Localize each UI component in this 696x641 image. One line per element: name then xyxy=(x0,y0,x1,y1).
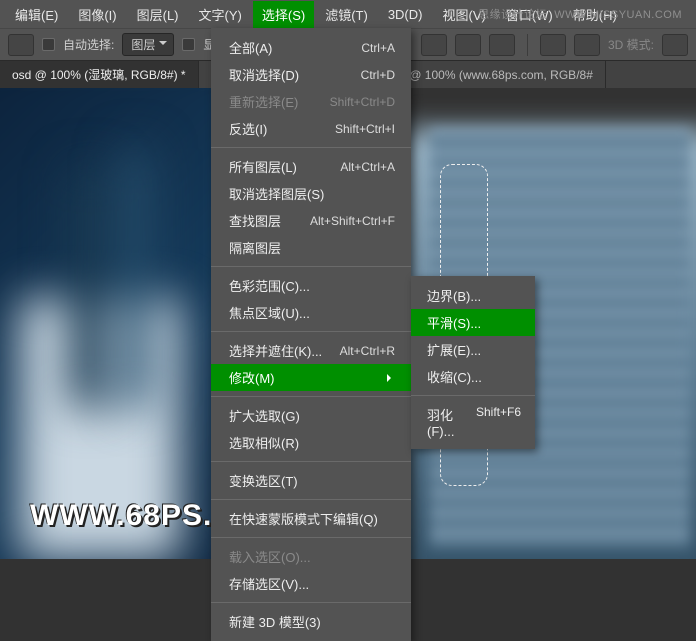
menu-item[interactable]: 全部(A) Ctrl+A xyxy=(211,34,411,61)
menu-separator xyxy=(211,537,411,538)
top-watermark: 思缘设计论坛 WWW.MISSYUAN.COM xyxy=(478,6,682,22)
menu-item-label: 反选(I) xyxy=(229,119,267,138)
menu-separator xyxy=(211,266,411,267)
submenu-item[interactable]: 平滑(S)... xyxy=(411,309,535,336)
menu-item-label: 新建 3D 模型(3) xyxy=(229,612,321,631)
menu-separator xyxy=(211,499,411,500)
menu-6[interactable]: 3D(D) xyxy=(379,3,432,26)
menu-item: 载入选区(O)... xyxy=(211,543,411,570)
show-transform-checkbox[interactable] xyxy=(182,38,195,51)
menu-2[interactable]: 图层(L) xyxy=(128,1,188,28)
menu-5[interactable]: 滤镜(T) xyxy=(316,1,377,28)
separator xyxy=(527,34,528,56)
menu-item[interactable]: 在快速蒙版模式下编辑(Q) xyxy=(211,505,411,532)
menu-item-shortcut: Alt+Ctrl+A xyxy=(340,160,395,174)
submenu-item-label: 平滑(S)... xyxy=(427,313,481,332)
menu-item: 重新选择(E) Shift+Ctrl+D xyxy=(211,88,411,115)
submenu-item-label: 羽化(F)... xyxy=(427,405,476,439)
menu-3[interactable]: 文字(Y) xyxy=(190,1,251,28)
mode-3d-label: 3D 模式: xyxy=(608,36,654,53)
menu-item-label: 所有图层(L) xyxy=(229,157,297,176)
menu-item-label: 扩大选取(G) xyxy=(229,406,300,425)
menu-item-shortcut: Alt+Shift+Ctrl+F xyxy=(310,214,395,228)
menu-item[interactable]: 焦点区域(U)... xyxy=(211,299,411,326)
autoselect-dropdown[interactable]: 图层 xyxy=(122,33,174,56)
submenu-arrow-icon xyxy=(387,374,395,382)
submenu-item[interactable]: 扩展(E)... xyxy=(411,336,535,363)
align-icon-6[interactable] xyxy=(489,34,515,56)
menu-item-label: 变换选区(T) xyxy=(229,471,298,490)
menu-item[interactable]: 变换选区(T) xyxy=(211,467,411,494)
menu-item-label: 存储选区(V)... xyxy=(229,574,309,593)
menu-item[interactable]: 选择并遮住(K)... Alt+Ctrl+R xyxy=(211,337,411,364)
document-tab-0[interactable]: osd @ 100% (湿玻璃, RGB/8#) * xyxy=(0,61,199,88)
autoselect-label: 自动选择: xyxy=(63,36,114,53)
menu-item-shortcut: Shift+Ctrl+D xyxy=(330,95,395,109)
distribute-icon-1[interactable] xyxy=(540,34,566,56)
menu-item-shortcut: Alt+Ctrl+R xyxy=(340,344,395,358)
menu-separator xyxy=(211,331,411,332)
menu-item-label: 查找图层 xyxy=(229,211,281,230)
submenu-item-shortcut: Shift+F6 xyxy=(476,405,521,439)
menu-item-label: 在快速蒙版模式下编辑(Q) xyxy=(229,509,378,528)
menu-0[interactable]: 编辑(E) xyxy=(6,1,67,28)
menu-item[interactable]: 所有图层(L) Alt+Ctrl+A xyxy=(211,153,411,180)
menu-item[interactable]: 扩大选取(G) xyxy=(211,402,411,429)
menu-item-label: 色彩范围(C)... xyxy=(229,276,310,295)
submenu-item-label: 收缩(C)... xyxy=(427,367,482,386)
submenu-item[interactable]: 边界(B)... xyxy=(411,282,535,309)
menu-item[interactable]: 存储选区(V)... xyxy=(211,570,411,597)
menu-item[interactable]: 查找图层 Alt+Shift+Ctrl+F xyxy=(211,207,411,234)
menu-separator xyxy=(211,461,411,462)
align-icon-4[interactable] xyxy=(421,34,447,56)
menu-item[interactable]: 取消选择(D) Ctrl+D xyxy=(211,61,411,88)
distribute-icon-2[interactable] xyxy=(574,34,600,56)
menu-item[interactable]: 选取相似(R) xyxy=(211,429,411,456)
menu-item-label: 取消选择(D) xyxy=(229,65,299,84)
submenu-item-label: 边界(B)... xyxy=(427,286,481,305)
menu-item-label: 焦点区域(U)... xyxy=(229,303,310,322)
menu-separator xyxy=(411,395,535,396)
menu-4[interactable]: 选择(S) xyxy=(253,1,314,28)
menu-item[interactable]: 反选(I) Shift+Ctrl+I xyxy=(211,115,411,142)
submenu-item-label: 扩展(E)... xyxy=(427,340,481,359)
menu-item-shortcut: Ctrl+A xyxy=(361,41,395,55)
menu-separator xyxy=(211,602,411,603)
menu-separator xyxy=(211,396,411,397)
menu-item[interactable]: 隔离图层 xyxy=(211,234,411,261)
menu-item-label: 修改(M) xyxy=(229,368,275,387)
menu-separator xyxy=(211,147,411,148)
mode-3d-icon[interactable] xyxy=(662,34,688,56)
submenu-item[interactable]: 羽化(F)...Shift+F6 xyxy=(411,401,535,443)
submenu-item[interactable]: 收缩(C)... xyxy=(411,363,535,390)
menu-item[interactable]: 新建 3D 模型(3) xyxy=(211,608,411,635)
menu-item-shortcut: Ctrl+D xyxy=(361,68,395,82)
menu-item-label: 隔离图层 xyxy=(229,238,281,257)
menu-item-label: 选取相似(R) xyxy=(229,433,299,452)
menu-1[interactable]: 图像(I) xyxy=(69,1,125,28)
menu-item[interactable]: 修改(M) xyxy=(211,364,411,391)
menu-item-label: 载入选区(O)... xyxy=(229,547,311,566)
autoselect-checkbox[interactable] xyxy=(42,38,55,51)
select-menu-dropdown: 全部(A) Ctrl+A 取消选择(D) Ctrl+D 重新选择(E) Shift+Ctr… xyxy=(211,28,411,641)
menu-item-label: 全部(A) xyxy=(229,38,272,57)
menu-item-label: 重新选择(E) xyxy=(229,92,298,111)
menu-item-shortcut: Shift+Ctrl+I xyxy=(335,122,395,136)
menu-item-label: 选择并遮住(K)... xyxy=(229,341,322,360)
menu-item-label: 取消选择图层(S) xyxy=(229,184,324,203)
align-icon-5[interactable] xyxy=(455,34,481,56)
tool-icon[interactable] xyxy=(8,34,34,56)
modify-submenu: 边界(B)... 平滑(S)... 扩展(E)... 收缩(C)... 羽化(F)...… xyxy=(411,276,535,449)
menu-item[interactable]: 色彩范围(C)... xyxy=(211,272,411,299)
menu-item[interactable]: 取消选择图层(S) xyxy=(211,180,411,207)
